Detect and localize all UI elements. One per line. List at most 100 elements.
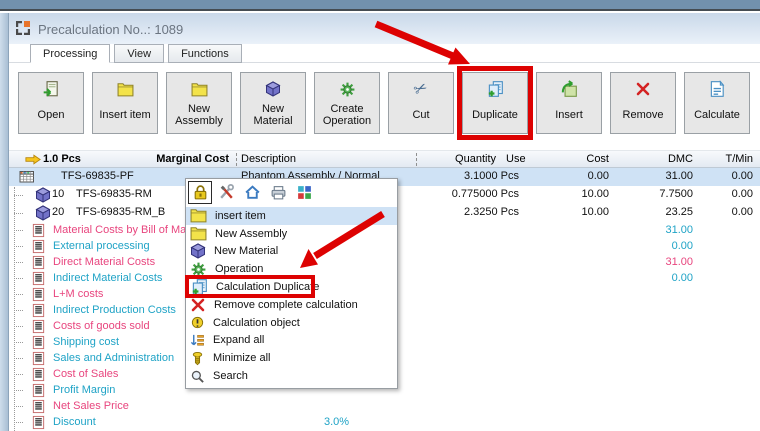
app-logo-icon [15,20,31,36]
duplicate-icon [190,278,208,296]
printer-icon [270,184,287,201]
row-dmc: 31.00 [593,256,693,268]
open-button[interactable]: Open [18,72,84,134]
palette-icon [296,184,313,201]
tree-connector [14,230,23,231]
toolbar-button-label: New Material [241,100,305,133]
menu-item-label: New Material [214,245,278,257]
minimize-icon [190,351,205,366]
row-item-number: 10 [52,188,64,200]
menu-item-new-assembly[interactable]: New Assembly [186,225,397,243]
table-row-discount[interactable]: Discount3.0% [9,414,760,430]
menu-item-label: insert item [215,210,266,222]
menu-item-label: New Assembly [215,228,287,240]
folder-icon [190,208,207,223]
header-pcs-label: 1.0 Pcs [43,153,81,165]
folder-icon [191,82,208,97]
new-assembly-button[interactable]: New Assembly [166,72,232,134]
doc-icon [31,399,46,414]
tab-functions[interactable]: Functions [168,44,242,63]
doc-icon [31,319,46,334]
header-tmin: T/Min [653,153,753,165]
new-material-button[interactable]: New Material [240,72,306,134]
row-label: Cost of Sales [53,368,118,380]
doc-icon [31,271,46,286]
doc-icon [31,335,46,350]
row-tmin: 0.00 [653,188,753,200]
calculate-button[interactable]: Calculate [684,72,750,134]
printer-menu-button[interactable] [266,181,290,204]
tree-connector [14,326,23,327]
tab-view[interactable]: View [114,44,164,63]
toolbar-button-label: Open [38,100,65,133]
home-menu-button[interactable] [240,181,264,204]
menu-item-remove-complete-calculation[interactable]: Remove complete calculation [186,296,397,314]
duplicate-button[interactable]: Duplicate [462,72,528,134]
toolbar-button-label: Duplicate [472,100,518,133]
insert-item-button[interactable]: Insert item [92,72,158,134]
menu-item-label: Remove complete calculation [214,299,358,311]
row-item-number: 20 [52,206,64,218]
tree-connector [14,406,23,407]
toolbar-button-label: Insert item [99,100,150,133]
ribbon-tabs: ProcessingViewFunctions [30,44,242,63]
scissors-icon: ✂ [414,79,427,99]
toolbar-button-label: Create Operation [315,100,379,133]
column-separator [236,153,237,166]
menu-item-minimize-all[interactable]: Minimize all [186,349,397,367]
row-label: Costs of goods sold [53,320,150,332]
menu-item-label: Calculation object [213,317,300,329]
doc-icon [31,415,46,430]
toolbar-button-label: Insert [555,100,583,133]
table-row-net-sales-price[interactable]: Net Sales Price [9,398,760,414]
menu-item-operation[interactable]: Operation [186,260,397,278]
menu-item-new-material[interactable]: New Material [186,243,397,261]
menu-item-calculation-duplicate[interactable]: Calculation Duplicate [186,278,397,296]
tab-processing[interactable]: Processing [30,44,110,63]
tools-menu-button[interactable] [214,181,238,204]
row-dmc: 31.00 [593,224,693,236]
tree-connector [14,310,23,311]
object-icon [190,315,205,330]
menu-item-label: Search [213,370,248,382]
expand-icon [190,333,205,348]
row-item-name: TFS-69835-RM_B [76,206,165,218]
menu-item-expand-all[interactable]: Expand all [186,332,397,350]
header-quantity: Quantity [429,153,496,165]
toolbar-button-label: Calculate [694,100,740,133]
palette-menu-button[interactable] [292,181,316,204]
cube-icon [35,187,51,203]
menu-item-calculation-object[interactable]: Calculation object [186,314,397,332]
tree-connector [14,422,23,423]
window-left-frame [0,13,9,431]
menu-item-label: Calculation Duplicate [216,281,319,293]
insert-button[interactable]: Insert [536,72,602,134]
row-label: Profit Margin [53,384,115,396]
tree-connector [14,358,23,359]
calculate-icon [708,80,726,98]
menu-item-label: Operation [215,263,263,275]
cut-button[interactable]: ✂Cut [388,72,454,134]
lock-menu-button[interactable] [188,181,212,204]
cube-icon [35,205,51,221]
row-quantity: 2.3250 Pcs [389,206,519,218]
row-item-name: TFS-69835-RM [76,188,152,200]
gear-icon [190,261,207,278]
row-quantity: 0.775000 Pcs [389,188,519,200]
folder-icon [190,226,207,241]
row-label: Indirect Material Costs [53,272,162,284]
row-quantity: 3.1000 Pcs [389,170,519,182]
menu-item-search[interactable]: Search [186,367,397,385]
menu-item-insert-item[interactable]: insert item [186,207,397,225]
row-dmc: 0.00 [593,240,693,252]
row-label: L+M costs [53,288,103,300]
tree-connector [14,390,23,391]
open-icon [42,80,60,98]
remove-button[interactable]: Remove [610,72,676,134]
row-label: Shipping cost [53,336,119,348]
create-operation-button[interactable]: Create Operation [314,72,380,134]
tools-icon [218,184,235,201]
column-separator [416,153,417,166]
lock-icon [192,184,209,201]
tree-connector [14,195,23,196]
